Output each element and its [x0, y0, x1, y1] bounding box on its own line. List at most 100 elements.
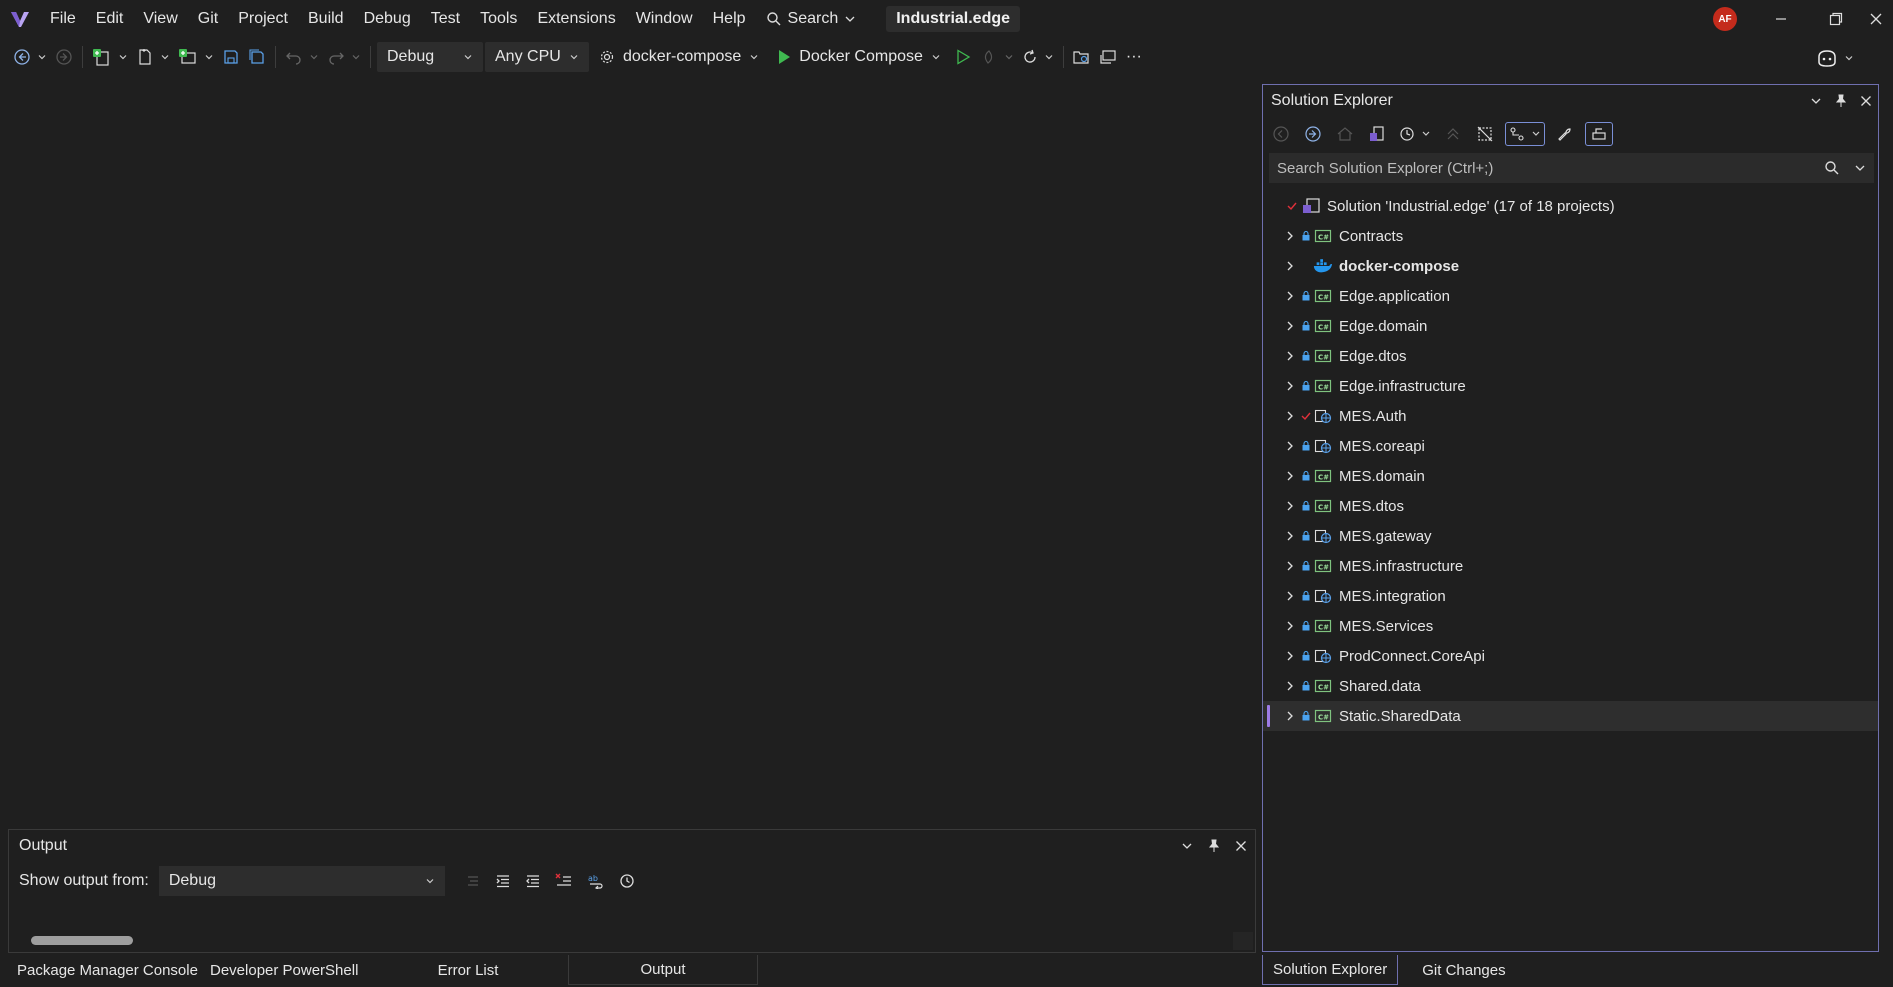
project-node[interactable]: C# Edge.dtos — [1263, 341, 1878, 371]
output-source-dropdown[interactable]: Debug — [158, 866, 445, 896]
close-window-button[interactable] — [1858, 0, 1893, 38]
close-icon[interactable] — [1860, 95, 1872, 107]
chevron-right-icon[interactable] — [1283, 260, 1297, 272]
project-node[interactable]: C# MES.infrastructure — [1263, 551, 1878, 581]
undo-button[interactable] — [282, 43, 322, 71]
project-node[interactable]: C# MES.domain — [1263, 461, 1878, 491]
restore-button[interactable] — [1808, 0, 1864, 38]
find-in-files-button[interactable] — [1070, 43, 1094, 71]
menu-edit[interactable]: Edit — [86, 0, 134, 38]
clear-all-icon[interactable] — [555, 873, 573, 889]
tab-git-changes[interactable]: Git Changes — [1398, 955, 1515, 985]
avatar[interactable]: AF — [1713, 7, 1737, 31]
chevron-right-icon[interactable] — [1283, 680, 1297, 692]
platform-dropdown[interactable]: Any CPU — [485, 42, 589, 72]
sync-with-active-document-icon[interactable] — [1505, 122, 1545, 146]
startup-project-dropdown[interactable]: docker-compose — [591, 43, 767, 71]
pin-icon[interactable] — [1207, 839, 1221, 853]
menu-help[interactable]: Help — [703, 0, 756, 38]
search-button[interactable]: Search — [756, 0, 867, 38]
navigate-forward-button[interactable] — [52, 43, 76, 71]
tab-output[interactable]: Output — [568, 955, 758, 985]
preview-selected-items-icon[interactable] — [1585, 122, 1613, 146]
start-without-debugging-button[interactable] — [951, 43, 975, 71]
back-icon[interactable] — [1269, 122, 1293, 146]
project-node[interactable]: C# Edge.domain — [1263, 311, 1878, 341]
menu-view[interactable]: View — [133, 0, 187, 38]
switch-views-icon[interactable] — [1365, 122, 1389, 146]
solution-explorer-search-input[interactable]: Search Solution Explorer (Ctrl+;) — [1269, 153, 1874, 183]
show-all-files-icon[interactable] — [1473, 122, 1497, 146]
chevron-right-icon[interactable] — [1283, 320, 1297, 332]
chevron-right-icon[interactable] — [1283, 410, 1297, 422]
menu-extensions[interactable]: Extensions — [527, 0, 625, 38]
chevron-right-icon[interactable] — [1283, 470, 1297, 482]
save-button[interactable] — [219, 43, 243, 71]
menu-test[interactable]: Test — [421, 0, 470, 38]
chevron-right-icon[interactable] — [1283, 350, 1297, 362]
project-node[interactable]: MES.integration — [1263, 581, 1878, 611]
tab-solution-explorer[interactable]: Solution Explorer — [1262, 955, 1399, 985]
navigate-back-button[interactable] — [10, 43, 50, 71]
menu-tools[interactable]: Tools — [470, 0, 527, 38]
history-icon[interactable] — [1397, 122, 1433, 146]
pin-icon[interactable] — [1834, 94, 1848, 108]
close-icon[interactable] — [1235, 840, 1247, 852]
menu-file[interactable]: File — [40, 0, 86, 38]
new-project-button[interactable] — [89, 43, 131, 71]
forward-icon[interactable] — [1301, 122, 1325, 146]
save-all-button[interactable] — [245, 43, 269, 71]
chevron-right-icon[interactable] — [1283, 230, 1297, 242]
find-message-icon[interactable] — [465, 873, 481, 889]
properties-wrench-icon[interactable] — [1553, 122, 1577, 146]
chevron-right-icon[interactable] — [1283, 290, 1297, 302]
chevron-right-icon[interactable] — [1283, 530, 1297, 542]
project-node[interactable]: C# Contracts — [1263, 221, 1878, 251]
notifications-side-tab[interactable] — [1884, 84, 1893, 174]
visual-studio-logo-icon[interactable] — [0, 0, 40, 38]
go-to-next-message-icon[interactable] — [525, 873, 541, 889]
chevron-right-icon[interactable] — [1283, 380, 1297, 392]
add-item-button[interactable] — [175, 43, 217, 71]
chevron-right-icon[interactable] — [1283, 590, 1297, 602]
chevron-right-icon[interactable] — [1283, 500, 1297, 512]
chevron-down-icon[interactable] — [1181, 840, 1193, 852]
more-options-button[interactable]: ··· — [1122, 43, 1146, 71]
solution-name-badge[interactable]: Industrial.edge — [886, 6, 1021, 32]
solution-root-node[interactable]: Solution 'Industrial.edge' (17 of 18 pro… — [1263, 191, 1878, 221]
project-node[interactable]: MES.Auth — [1263, 401, 1878, 431]
home-icon[interactable] — [1333, 122, 1357, 146]
chevron-down-icon[interactable] — [1810, 95, 1822, 107]
menu-git[interactable]: Git — [188, 0, 228, 38]
live-share-button[interactable] — [1096, 43, 1120, 71]
menu-window[interactable]: Window — [626, 0, 703, 38]
menu-debug[interactable]: Debug — [354, 0, 421, 38]
chevron-right-icon[interactable] — [1283, 710, 1297, 722]
chevron-down-icon[interactable] — [1854, 162, 1866, 174]
refresh-button[interactable] — [1019, 43, 1057, 71]
clock-icon[interactable] — [619, 873, 635, 889]
go-to-previous-message-icon[interactable] — [495, 873, 511, 889]
search-icon[interactable] — [1824, 160, 1840, 176]
start-debugging-button[interactable]: Docker Compose — [769, 43, 949, 71]
chevron-right-icon[interactable] — [1283, 620, 1297, 632]
project-node[interactable]: C# Edge.application — [1263, 281, 1878, 311]
chevron-right-icon[interactable] — [1283, 560, 1297, 572]
project-node[interactable]: C# Edge.infrastructure — [1263, 371, 1878, 401]
project-node[interactable]: MES.gateway — [1263, 521, 1878, 551]
project-node[interactable]: C# Shared.data — [1263, 671, 1878, 701]
project-node[interactable]: C# MES.Services — [1263, 611, 1878, 641]
menu-build[interactable]: Build — [298, 0, 354, 38]
minimize-button[interactable] — [1753, 0, 1809, 38]
horizontal-scrollbar[interactable] — [31, 936, 133, 945]
chevron-right-icon[interactable] — [1283, 440, 1297, 452]
open-file-button[interactable] — [133, 43, 173, 71]
project-node[interactable]: ProdConnect.CoreApi — [1263, 641, 1878, 671]
project-node[interactable]: MES.coreapi — [1263, 431, 1878, 461]
collapse-all-icon[interactable] — [1441, 122, 1465, 146]
chevron-right-icon[interactable] — [1283, 650, 1297, 662]
tab-developer-powershell[interactable]: Developer PowerShell — [198, 955, 368, 985]
hot-reload-button[interactable] — [977, 43, 1017, 71]
project-node[interactable]: C# Static.SharedData — [1263, 701, 1878, 731]
toggle-word-wrap-icon[interactable]: ab — [587, 873, 605, 889]
